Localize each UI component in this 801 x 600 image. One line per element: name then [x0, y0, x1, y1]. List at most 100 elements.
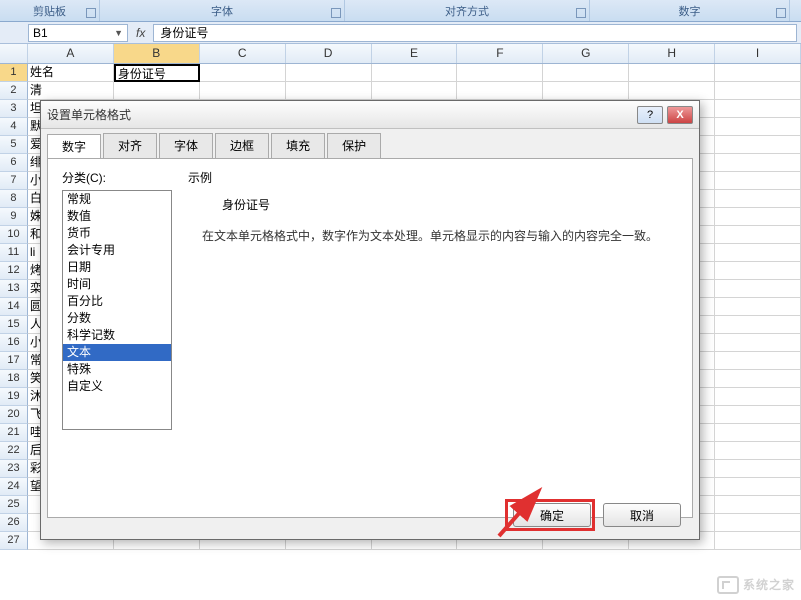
row-header[interactable]: 27 [0, 532, 28, 550]
row-header[interactable]: 5 [0, 136, 28, 154]
select-all-corner[interactable] [0, 44, 28, 63]
tab-3[interactable]: 边框 [215, 133, 269, 158]
cancel-button[interactable]: 取消 [603, 503, 681, 527]
cell[interactable]: 清 [28, 82, 114, 100]
row-header[interactable]: 7 [0, 172, 28, 190]
col-header-G[interactable]: G [543, 44, 629, 63]
col-header-E[interactable]: E [372, 44, 458, 63]
cell[interactable] [715, 496, 801, 514]
row-header[interactable]: 14 [0, 298, 28, 316]
cell[interactable] [715, 64, 801, 82]
cell[interactable]: 姓名 [28, 64, 114, 82]
cell[interactable] [372, 82, 458, 100]
ok-button[interactable]: 确定 [513, 503, 591, 527]
col-header-A[interactable]: A [28, 44, 114, 63]
col-header-H[interactable]: H [629, 44, 715, 63]
cell[interactable] [372, 64, 458, 82]
category-item[interactable]: 分数 [63, 310, 171, 327]
cell[interactable] [715, 442, 801, 460]
category-item[interactable]: 特殊 [63, 361, 171, 378]
row-header[interactable]: 22 [0, 442, 28, 460]
row-header[interactable]: 26 [0, 514, 28, 532]
tab-1[interactable]: 对齐 [103, 133, 157, 158]
cell[interactable] [715, 316, 801, 334]
row-header[interactable]: 9 [0, 208, 28, 226]
col-header-C[interactable]: C [200, 44, 286, 63]
cell[interactable] [286, 64, 372, 82]
col-header-D[interactable]: D [286, 44, 372, 63]
cell[interactable] [200, 82, 286, 100]
dialog-titlebar[interactable]: 设置单元格格式 ? X [41, 101, 699, 129]
tab-5[interactable]: 保护 [327, 133, 381, 158]
cell[interactable] [715, 388, 801, 406]
cell[interactable] [457, 82, 543, 100]
row-header[interactable]: 23 [0, 460, 28, 478]
cell[interactable] [286, 82, 372, 100]
expand-icon[interactable] [86, 8, 96, 18]
row-header[interactable]: 2 [0, 82, 28, 100]
expand-icon[interactable] [776, 8, 786, 18]
cell[interactable] [715, 532, 801, 550]
cell[interactable] [715, 136, 801, 154]
cell[interactable] [715, 190, 801, 208]
tab-0[interactable]: 数字 [47, 134, 101, 159]
cell[interactable] [715, 334, 801, 352]
cell[interactable] [629, 82, 715, 100]
category-item[interactable]: 日期 [63, 259, 171, 276]
row-header[interactable]: 19 [0, 388, 28, 406]
cell[interactable] [543, 64, 629, 82]
row-header[interactable]: 15 [0, 316, 28, 334]
col-header-B[interactable]: B [114, 44, 200, 63]
cell[interactable] [715, 262, 801, 280]
row-header[interactable]: 18 [0, 370, 28, 388]
cell[interactable] [629, 64, 715, 82]
cell[interactable] [715, 370, 801, 388]
cell[interactable] [715, 82, 801, 100]
cell[interactable] [715, 226, 801, 244]
cell[interactable] [715, 460, 801, 478]
cell[interactable] [715, 100, 801, 118]
cell[interactable]: 身份证号 [114, 64, 200, 82]
tab-4[interactable]: 填充 [271, 133, 325, 158]
name-box[interactable]: B1 ▼ [28, 24, 128, 42]
category-item[interactable]: 百分比 [63, 293, 171, 310]
category-item[interactable]: 时间 [63, 276, 171, 293]
row-header[interactable]: 25 [0, 496, 28, 514]
cell[interactable] [715, 244, 801, 262]
category-item[interactable]: 自定义 [63, 378, 171, 395]
cell[interactable] [715, 406, 801, 424]
row-header[interactable]: 8 [0, 190, 28, 208]
category-item[interactable]: 数值 [63, 208, 171, 225]
row-header[interactable]: 24 [0, 478, 28, 496]
row-header[interactable]: 11 [0, 244, 28, 262]
expand-icon[interactable] [331, 8, 341, 18]
category-item[interactable]: 文本 [63, 344, 171, 361]
category-item[interactable]: 货币 [63, 225, 171, 242]
row-header[interactable]: 3 [0, 100, 28, 118]
col-header-F[interactable]: F [457, 44, 543, 63]
row-header[interactable]: 13 [0, 280, 28, 298]
cell[interactable] [200, 64, 286, 82]
cell[interactable] [457, 64, 543, 82]
category-list[interactable]: 常规数值货币会计专用日期时间百分比分数科学记数文本特殊自定义 [62, 190, 172, 430]
expand-icon[interactable] [576, 8, 586, 18]
cell[interactable] [715, 154, 801, 172]
cell[interactable] [715, 172, 801, 190]
category-item[interactable]: 科学记数 [63, 327, 171, 344]
cell[interactable] [715, 424, 801, 442]
col-header-I[interactable]: I [715, 44, 801, 63]
row-header[interactable]: 10 [0, 226, 28, 244]
category-item[interactable]: 常规 [63, 191, 171, 208]
cell[interactable] [715, 208, 801, 226]
cell[interactable] [715, 352, 801, 370]
fx-icon[interactable]: fx [136, 26, 145, 40]
cell[interactable] [114, 82, 200, 100]
close-button[interactable]: X [667, 106, 693, 124]
cell[interactable] [543, 82, 629, 100]
tab-2[interactable]: 字体 [159, 133, 213, 158]
cell[interactable] [715, 514, 801, 532]
chevron-down-icon[interactable]: ▼ [114, 28, 123, 38]
row-header[interactable]: 16 [0, 334, 28, 352]
cell[interactable] [715, 280, 801, 298]
cell[interactable] [715, 478, 801, 496]
